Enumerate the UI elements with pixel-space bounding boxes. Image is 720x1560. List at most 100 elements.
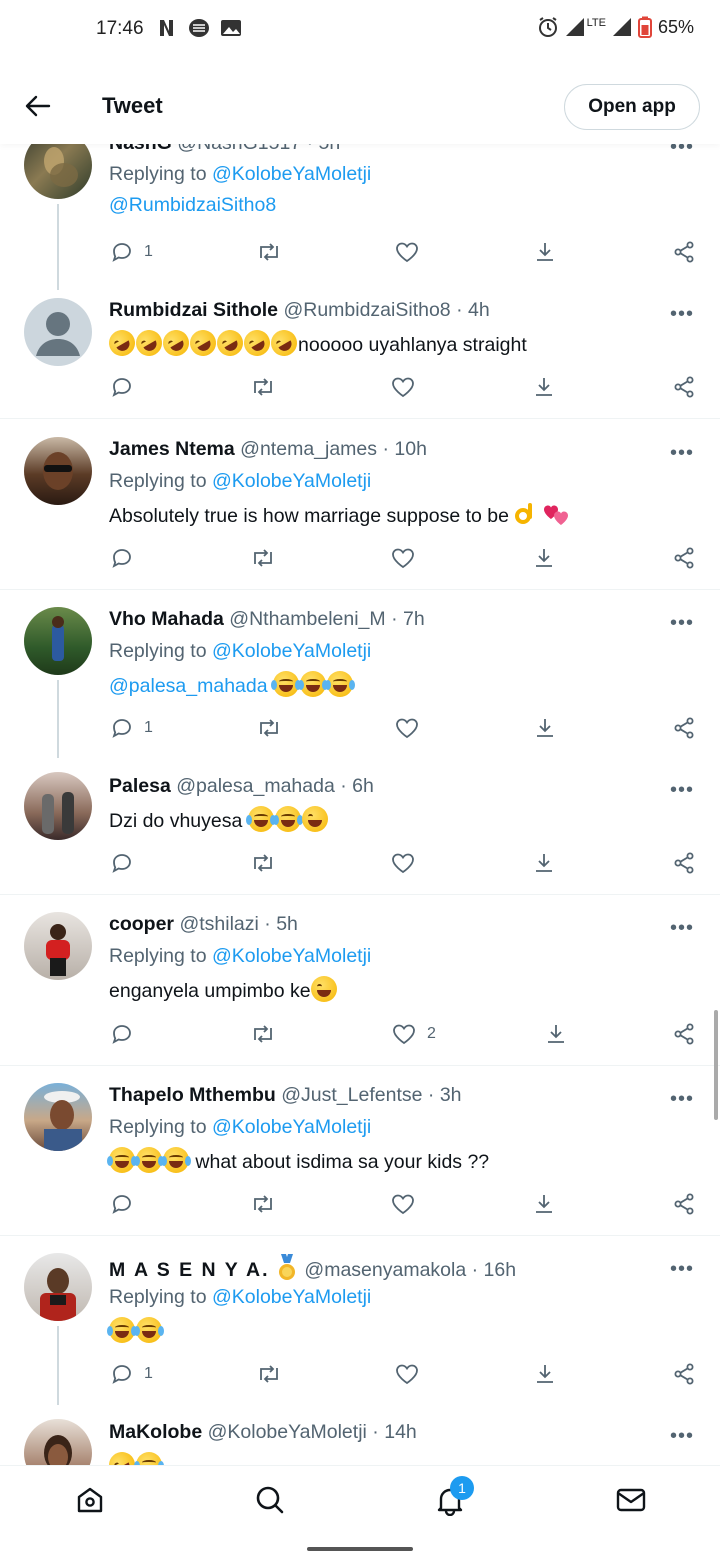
more-options-icon[interactable]: •••	[670, 1089, 694, 1109]
back-button[interactable]	[22, 90, 54, 122]
avatar[interactable]	[24, 1083, 92, 1151]
share-button[interactable]	[532, 1184, 556, 1224]
tweet-time[interactable]: 14h	[384, 1421, 417, 1443]
avatar[interactable]	[24, 298, 92, 366]
tweet-time[interactable]: 5h	[276, 913, 298, 935]
tweet-palesa[interactable]: Palesa @palesa_mahada · 6h ••• Dzi do vh…	[0, 758, 720, 895]
avatar[interactable]	[24, 772, 92, 840]
mention-link[interactable]: @KolobeYaMoletji	[212, 640, 371, 662]
retweet-button[interactable]	[256, 708, 282, 748]
author-name[interactable]: Thapelo Mthembu	[109, 1084, 276, 1106]
share-via-button[interactable]	[672, 1354, 696, 1394]
more-options-icon[interactable]: •••	[670, 613, 694, 633]
share-button[interactable]	[532, 843, 556, 883]
reply-button[interactable]: 1	[110, 232, 153, 272]
more-options-icon[interactable]: •••	[670, 918, 694, 938]
mention-link[interactable]: @KolobeYaMoletji	[212, 1286, 371, 1308]
more-options-icon[interactable]: •••	[670, 1259, 694, 1279]
share-via-button[interactable]	[672, 1014, 696, 1054]
more-options-icon[interactable]: •••	[670, 443, 694, 463]
author-name[interactable]: Palesa	[109, 775, 171, 797]
tweet-james[interactable]: James Ntema @ntema_james · 10h ••• Reply…	[0, 420, 720, 590]
nav-search[interactable]	[250, 1480, 290, 1520]
like-button[interactable]	[390, 1184, 416, 1224]
author-handle[interactable]: @Just_Lefentse	[281, 1084, 422, 1106]
open-app-button[interactable]: Open app	[564, 84, 700, 130]
retweet-button[interactable]	[256, 1354, 282, 1394]
avatar[interactable]	[24, 607, 92, 675]
tweet-time[interactable]: 7h	[403, 608, 425, 630]
author-handle[interactable]: @RumbidzaiSitho8	[283, 299, 450, 321]
author-handle[interactable]: @masenyamakola	[304, 1259, 466, 1281]
author-handle[interactable]: @ntema_james	[240, 438, 377, 460]
author-name[interactable]: Rumbidzai Sithole	[109, 299, 278, 321]
mention-link[interactable]: @KolobeYaMoletji	[212, 163, 371, 185]
more-options-icon[interactable]: •••	[670, 1426, 694, 1446]
more-options-icon[interactable]: •••	[670, 780, 694, 800]
like-button[interactable]	[394, 232, 420, 272]
author-handle[interactable]: @Nthambeleni_M	[229, 608, 385, 630]
reply-button[interactable]	[110, 367, 134, 407]
reply-button[interactable]	[110, 1014, 134, 1054]
share-via-button[interactable]	[672, 708, 696, 748]
mention-link[interactable]: @KolobeYaMoletji	[212, 1116, 371, 1138]
retweet-button[interactable]	[250, 538, 276, 578]
share-via-button[interactable]	[672, 538, 696, 578]
tweet-time[interactable]: 10h	[394, 438, 427, 460]
author-name[interactable]: Vho Mahada	[109, 608, 224, 630]
mention-link[interactable]: @palesa_mahada	[109, 675, 268, 697]
tweet-time[interactable]: 3h	[440, 1084, 462, 1106]
share-via-button[interactable]	[672, 843, 696, 883]
tweet-vho-mahada[interactable]: Vho Mahada @Nthambeleni_M · 7h ••• Reply…	[0, 590, 720, 758]
author-name[interactable]: MaKolobe	[109, 1421, 202, 1443]
like-button[interactable]	[394, 1354, 420, 1394]
share-button[interactable]	[533, 232, 557, 272]
author-handle[interactable]: @tshilazi	[179, 913, 258, 935]
tweet-rumbidzai[interactable]: Rumbidzai Sithole @RumbidzaiSitho8 · 4h …	[0, 290, 720, 419]
share-button[interactable]	[533, 708, 557, 748]
tweet-makolobe[interactable]: MaKolobe @KolobeYaMoletji · 14h •••	[0, 1405, 720, 1465]
like-button[interactable]: 2	[391, 1014, 436, 1054]
reply-button[interactable]	[110, 538, 134, 578]
reply-button[interactable]	[110, 843, 134, 883]
author-name[interactable]: cooper	[109, 913, 174, 935]
share-via-button[interactable]	[672, 1184, 696, 1224]
author-handle[interactable]: @palesa_mahada	[176, 775, 335, 797]
like-button[interactable]	[394, 708, 420, 748]
nav-home[interactable]	[70, 1480, 110, 1520]
tweet-thapelo[interactable]: Thapelo Mthembu @Just_Lefentse · 3h ••• …	[0, 1067, 720, 1236]
avatar[interactable]	[24, 912, 92, 980]
avatar[interactable]	[24, 437, 92, 505]
reply-button[interactable]: 1	[110, 1354, 153, 1394]
share-button[interactable]	[544, 1014, 568, 1054]
share-button[interactable]	[533, 1354, 557, 1394]
like-button[interactable]	[390, 843, 416, 883]
share-via-button[interactable]	[672, 367, 696, 407]
reply-button[interactable]	[110, 1184, 134, 1224]
nav-messages[interactable]	[611, 1480, 651, 1520]
like-button[interactable]	[390, 538, 416, 578]
more-options-icon[interactable]: •••	[670, 304, 694, 324]
tweet-masenya[interactable]: M A S E N Y A. @masenyamakola · 16h ••• …	[0, 1237, 720, 1405]
author-name[interactable]: James Ntema	[109, 438, 235, 460]
author-handle[interactable]: @KolobeYaMoletji	[208, 1421, 367, 1443]
retweet-button[interactable]	[256, 232, 282, 272]
scrollbar-thumb[interactable]	[714, 1010, 718, 1120]
share-via-button[interactable]	[672, 232, 696, 272]
retweet-button[interactable]	[250, 843, 276, 883]
retweet-button[interactable]	[250, 1014, 276, 1054]
author-name[interactable]: M A S E N Y A.	[109, 1259, 270, 1281]
mention-link[interactable]: @KolobeYaMoletji	[212, 945, 371, 967]
mention-link[interactable]: @RumbidzaiSitho8	[109, 194, 276, 216]
mention-link[interactable]: @KolobeYaMoletji	[212, 470, 371, 492]
home-gesture-handle[interactable]	[307, 1547, 413, 1551]
reply-button[interactable]: 1	[110, 708, 153, 748]
avatar[interactable]	[24, 1419, 92, 1465]
tweet-time[interactable]: 4h	[468, 299, 490, 321]
share-button[interactable]	[532, 367, 556, 407]
like-button[interactable]	[390, 367, 416, 407]
retweet-button[interactable]	[250, 367, 276, 407]
retweet-button[interactable]	[250, 1184, 276, 1224]
tweet-time[interactable]: 16h	[484, 1259, 517, 1281]
tweet-time[interactable]: 6h	[352, 775, 374, 797]
